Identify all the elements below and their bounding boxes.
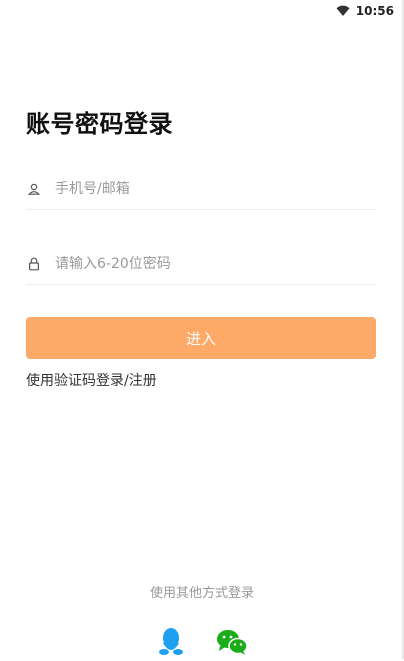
sms-login-link[interactable]: 使用验证码登录/注册	[26, 370, 157, 390]
other-login-label: 使用其他方式登录	[149, 586, 254, 601]
user-icon	[27, 182, 41, 196]
status-bar: 10:56	[0, 0, 404, 24]
status-time: 10:56	[355, 4, 394, 18]
wechat-icon[interactable]	[216, 628, 248, 656]
password-input[interactable]	[55, 256, 355, 272]
social-login-row	[0, 626, 404, 659]
account-field[interactable]	[26, 169, 376, 210]
wifi-icon	[336, 5, 350, 17]
password-field[interactable]	[26, 244, 376, 285]
account-input[interactable]	[55, 181, 355, 197]
page-title: 账号密码登录	[26, 110, 173, 138]
enter-button[interactable]: 进入	[26, 317, 376, 359]
qq-icon[interactable]	[158, 627, 184, 657]
lock-icon	[27, 257, 41, 271]
status-right: 10:56	[336, 4, 394, 18]
